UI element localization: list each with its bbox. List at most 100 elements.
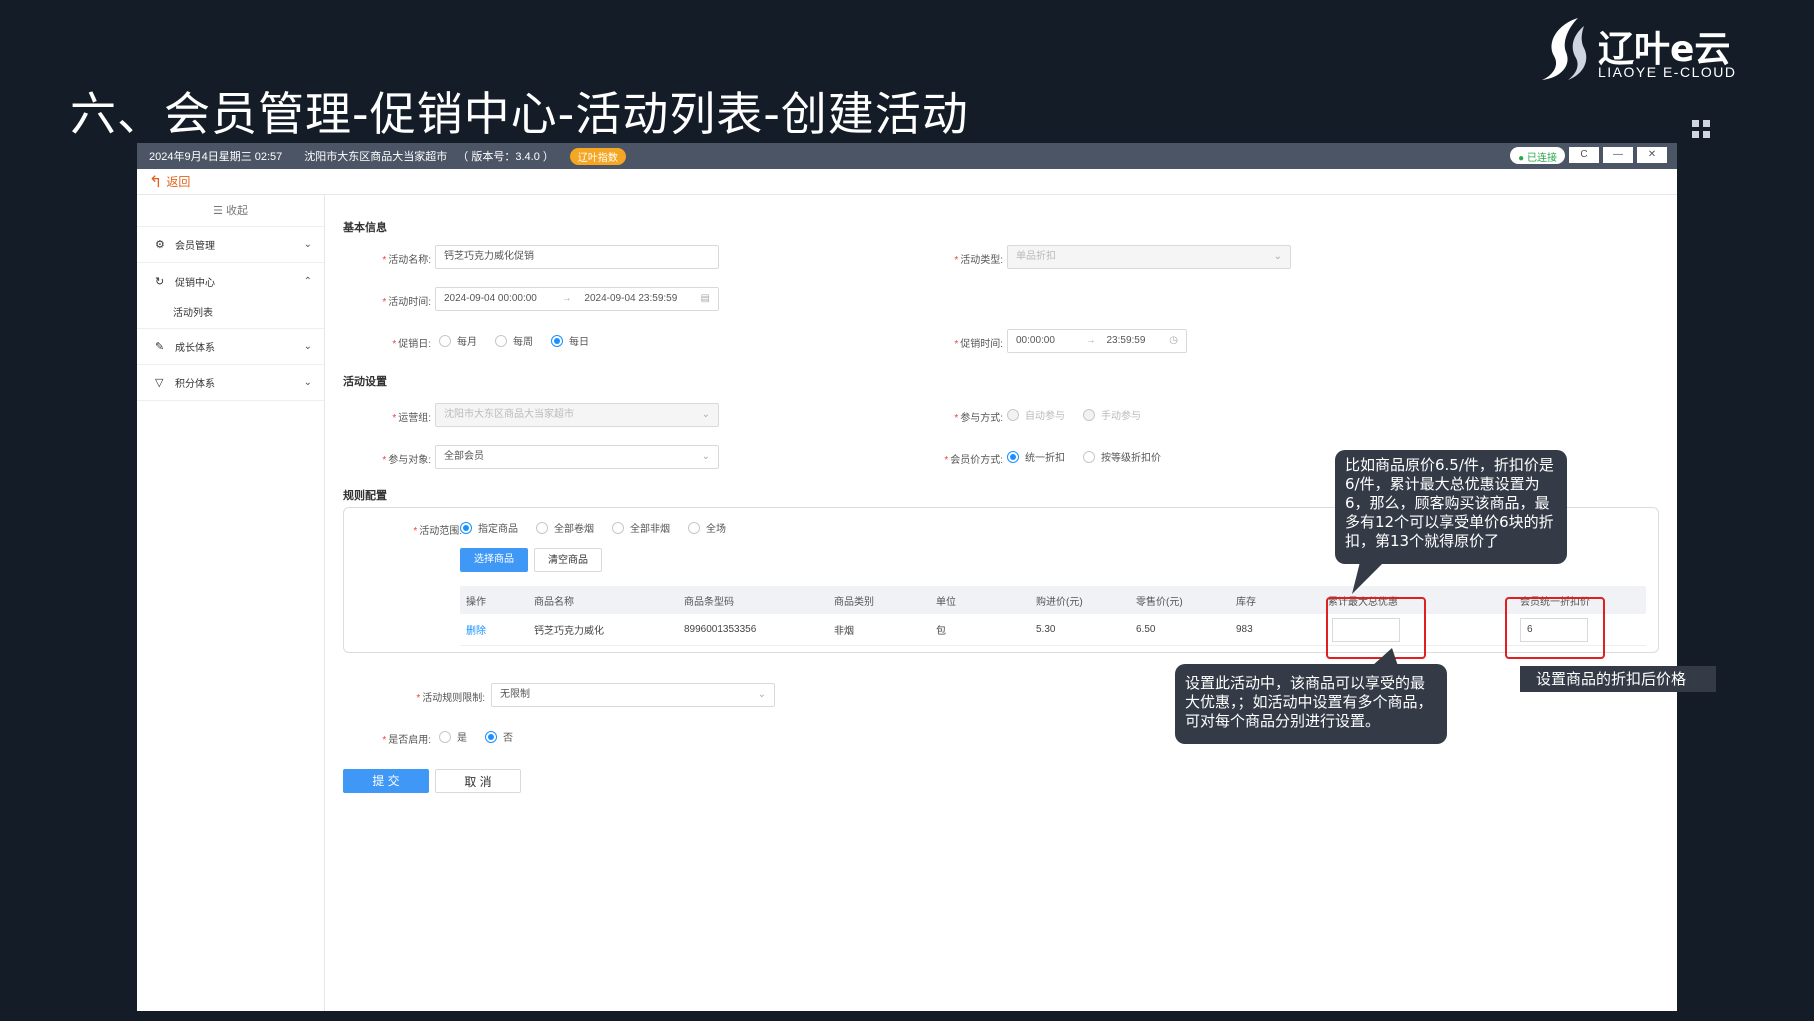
sidebar-subitem-activity-list[interactable]: 活动列表 <box>137 299 324 329</box>
radio-label: 按等级折扣价 <box>1101 453 1161 464</box>
radio-manual-join: 手动参与 <box>1083 407 1141 422</box>
target-select[interactable]: 全部会员 ⌄ <box>435 445 719 469</box>
radio-label: 统一折扣 <box>1025 453 1065 464</box>
app-window: 2024年9月4日星期三 02:57 沈阳市大东区商品大当家超市 （ 版本号：3… <box>137 143 1677 1011</box>
enable-radio-group: 是 否 <box>439 729 531 744</box>
activity-name-input[interactable]: 钙芝巧克力威化促销 <box>435 245 719 269</box>
cell-unit: 包 <box>936 626 946 637</box>
back-label: 返回 <box>166 175 191 189</box>
select-value: 全部会员 <box>444 451 484 462</box>
calendar-icon: ▤ <box>700 293 710 304</box>
version-text: （ 版本号：3.4.0 ） <box>457 151 554 163</box>
back-arrow-icon: ↰ <box>149 173 163 191</box>
back-link[interactable]: ↰ 返回 <box>137 169 1677 195</box>
radio-all-tobacco[interactable]: 全部卷烟 <box>536 520 594 535</box>
radio-label: 每日 <box>569 337 589 348</box>
label-text: 参与方式: <box>960 413 1003 424</box>
cell-category: 非烟 <box>834 626 854 637</box>
callout-pointer-icon <box>1372 648 1398 666</box>
cancel-button[interactable]: 取 消 <box>435 769 521 793</box>
close-button[interactable]: ✕ <box>1637 147 1667 163</box>
delete-link[interactable]: 删除 <box>460 622 528 637</box>
price-mode-radio-group: 统一折扣 按等级折扣价 <box>1007 449 1179 464</box>
radio-label: 每月 <box>457 337 477 348</box>
radio-label: 否 <box>503 733 513 744</box>
label-text: 参与对象: <box>388 455 431 466</box>
cell-retail: 6.50 <box>1136 624 1156 635</box>
radio-enable-no[interactable]: 否 <box>485 729 513 744</box>
table-header: 操作 商品名称 商品条型码 商品类别 单位 购进价(元) 零售价(元) 库存 累… <box>460 586 1646 614</box>
radio-auto-join: 自动参与 <box>1007 407 1065 422</box>
label-text: 会员价方式: <box>950 455 1003 466</box>
promo-time-start: 00:00:00 <box>1016 335 1055 346</box>
submit-button[interactable]: 提 交 <box>343 769 429 793</box>
store-name: 沈阳市大东区商品大当家超市 <box>304 151 448 163</box>
liaoye-index-badge[interactable]: 辽叶指数 <box>569 147 626 165</box>
grid-dots-icon <box>1692 120 1712 140</box>
label-text: 活动范围: <box>419 526 462 537</box>
activity-type-select: 单品折扣 ⌄ <box>1007 245 1291 269</box>
callout-pointer-icon <box>1352 562 1384 594</box>
sidebar-item-growth-system[interactable]: ✎ 成长体系 ⌄ <box>137 329 324 365</box>
clear-goods-button[interactable]: 清空商品 <box>534 548 602 572</box>
radio-level-discount[interactable]: 按等级折扣价 <box>1083 449 1161 464</box>
promo-time-range[interactable]: 00:00:00 → 23:59:59 ◷ <box>1007 329 1187 353</box>
select-value: 无限制 <box>500 689 530 700</box>
radio-label: 自动参与 <box>1025 411 1065 422</box>
scope-label: * 活动范围: <box>413 526 462 537</box>
radio-enable-yes[interactable]: 是 <box>439 729 467 744</box>
select-value: 沈阳市大东区商品大当家超市 <box>444 409 574 420</box>
promo-day-radio-group: 每月 每周 每日 <box>439 333 607 348</box>
sidebar-item-promotion-center[interactable]: ↻ 促销中心 ⌃ <box>137 263 324 299</box>
label-text: 运营组: <box>398 413 431 424</box>
sidebar-item-label: 成长体系 <box>175 343 215 354</box>
logo-swoosh-icon <box>1542 18 1587 80</box>
radio-uniform-discount[interactable]: 统一折扣 <box>1007 449 1065 464</box>
cell-cost: 5.30 <box>1036 624 1056 635</box>
promo-time-end: 23:59:59 <box>1106 335 1146 346</box>
rule-limit-select[interactable]: 无限制 ⌄ <box>491 683 775 707</box>
refresh-button[interactable]: C <box>1569 147 1599 163</box>
cell-barcode: 8996001353356 <box>684 624 757 635</box>
radio-label: 全部非烟 <box>630 524 670 535</box>
label-text: 活动类型: <box>960 255 1003 266</box>
radio-monthly[interactable]: 每月 <box>439 333 477 348</box>
connection-status: ● 已连接 <box>1510 147 1565 164</box>
radio-all-non-tobacco[interactable]: 全部非烟 <box>612 520 670 535</box>
sidebar-item-label: 会员管理 <box>175 241 215 252</box>
radio-all-store[interactable]: 全场 <box>688 520 726 535</box>
goods-table: 操作 商品名称 商品条型码 商品类别 单位 购进价(元) 零售价(元) 库存 累… <box>460 586 1646 646</box>
col-header: 操作 <box>466 596 486 608</box>
select-goods-button[interactable]: 选择商品 <box>460 548 528 572</box>
activity-time-label: * 活动时间: <box>382 297 431 308</box>
price-mode-label: * 会员价方式: <box>944 455 1003 466</box>
chevron-up-icon: ⌃ <box>303 275 312 287</box>
scope-radio-group: 指定商品 全部卷烟 全部非烟 全场 <box>460 520 744 535</box>
chevron-down-icon: ⌄ <box>303 341 312 352</box>
radio-weekly[interactable]: 每周 <box>495 333 533 348</box>
brand-logo: 辽叶e云 LIAOYE E-CLOUD <box>1538 14 1738 84</box>
activity-time-range[interactable]: 2024-09-04 00:00:00 → 2024-09-04 23:59:5… <box>435 287 719 311</box>
logo-subtitle: LIAOYE E-CLOUD <box>1598 64 1737 80</box>
chevron-down-icon: ⌄ <box>303 239 312 250</box>
time-end: 2024-09-04 23:59:59 <box>584 293 678 304</box>
col-header: 商品名称 <box>534 596 574 608</box>
rule-limit-label: * 活动规则限制: <box>416 693 485 704</box>
connection-label: 已连接 <box>1527 153 1557 164</box>
clock-icon: ◷ <box>1169 335 1178 346</box>
radio-label: 全部卷烟 <box>554 524 594 535</box>
collapse-label: 收起 <box>225 205 248 217</box>
label-text: 活动时间: <box>388 297 431 308</box>
activity-type-label: * 活动类型: <box>954 255 1003 266</box>
gear-icon: ⚙ <box>155 239 165 251</box>
radio-label: 指定商品 <box>478 524 518 535</box>
sidebar-item-points-system[interactable]: ▽ 积分体系 ⌄ <box>137 365 324 401</box>
radio-daily[interactable]: 每日 <box>551 333 589 348</box>
col-header: 单位 <box>936 596 956 608</box>
sidebar-collapse-button[interactable]: ☰ 收起 <box>137 195 324 227</box>
join-mode-label: * 参与方式: <box>954 413 1003 424</box>
radio-specified-goods[interactable]: 指定商品 <box>460 520 518 535</box>
minimize-button[interactable]: — <box>1603 147 1633 163</box>
sidebar-item-member-management[interactable]: ⚙ 会员管理 ⌄ <box>137 227 324 263</box>
col-header: 商品条型码 <box>684 596 734 608</box>
